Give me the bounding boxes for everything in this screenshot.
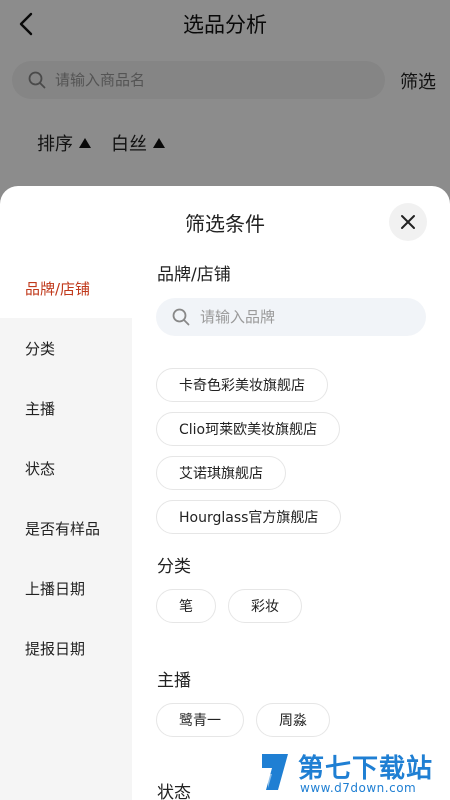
close-button[interactable] xyxy=(389,203,427,241)
watermark-url: www.d7down.com xyxy=(300,781,417,795)
sheet-header: 筛选条件 xyxy=(0,186,450,258)
sidebar-item-category[interactable]: 分类 xyxy=(0,318,132,378)
brand-option-chip[interactable]: 卡奇色彩美妆旗舰店 xyxy=(156,368,328,402)
watermark-name: 第七下载站 xyxy=(298,754,434,784)
sidebar-item-brand[interactable]: 品牌/店铺 xyxy=(0,258,132,318)
sidebar-item-has-sample[interactable]: 是否有样品 xyxy=(0,498,132,558)
anchor-option-chip[interactable]: 周淼 xyxy=(256,703,330,737)
close-icon xyxy=(401,215,415,229)
brand-option-chip[interactable]: Hourglass官方旗舰店 xyxy=(156,500,342,534)
brand-option-chip[interactable]: Clio珂莱欧美妆旗舰店 xyxy=(156,412,341,446)
filter-content[interactable]: 品牌/店铺 卡奇色彩美妆旗舰店 Clio珂莱欧美妆旗舰店 艾诺琪旗舰店 Hour… xyxy=(132,258,450,800)
anchor-option-chip[interactable]: 鹭青一 xyxy=(156,703,244,737)
filter-sheet: 筛选条件 品牌/店铺 分类 主播 状态 是否有样品 上播日期 提报日期 品牌/店… xyxy=(0,186,450,800)
section-title-status: 状态 xyxy=(157,783,191,800)
search-icon xyxy=(172,308,190,326)
brand-search-box[interactable] xyxy=(156,298,426,336)
sidebar-item-anchor[interactable]: 主播 xyxy=(0,378,132,438)
section-title-category: 分类 xyxy=(157,557,191,577)
watermark-logo-icon xyxy=(262,754,288,790)
sheet-title: 筛选条件 xyxy=(185,212,265,236)
category-option-chip[interactable]: 彩妆 xyxy=(228,589,302,623)
sidebar-item-live-date[interactable]: 上播日期 xyxy=(0,558,132,618)
section-title-brand: 品牌/店铺 xyxy=(157,265,231,285)
brand-search-input[interactable] xyxy=(200,308,420,326)
brand-option-chip[interactable]: 艾诺琪旗舰店 xyxy=(156,456,286,490)
watermark: 第七下载站 www.d7down.com xyxy=(258,748,448,798)
filter-sidebar: 品牌/店铺 分类 主播 状态 是否有样品 上播日期 提报日期 xyxy=(0,258,132,800)
category-option-chip[interactable]: 笔 xyxy=(156,589,216,623)
sidebar-item-status[interactable]: 状态 xyxy=(0,438,132,498)
section-title-anchor: 主播 xyxy=(157,671,191,691)
sidebar-item-report-date[interactable]: 提报日期 xyxy=(0,618,132,678)
